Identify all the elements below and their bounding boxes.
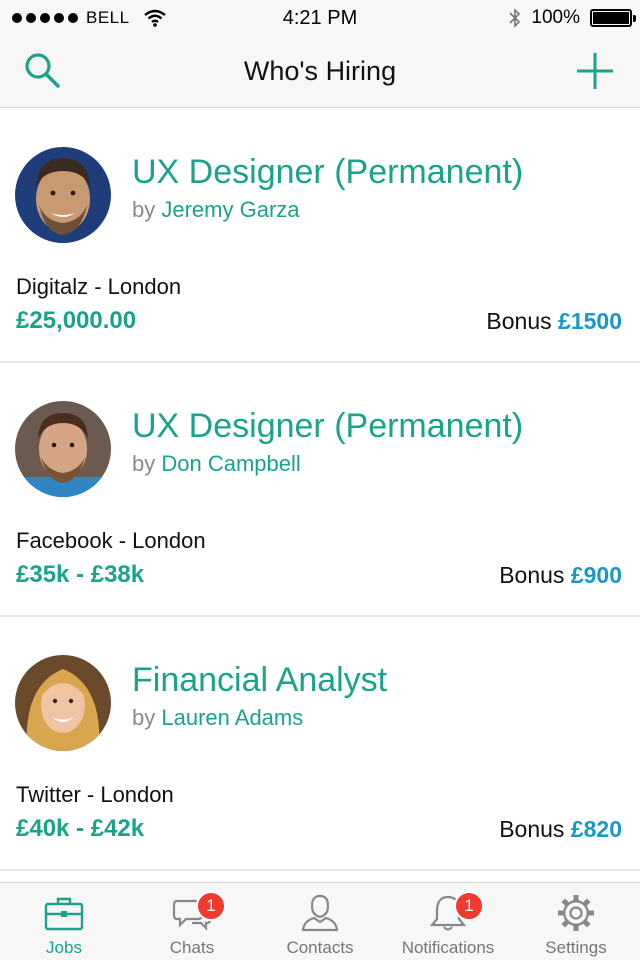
bonus-label: Bonus xyxy=(499,816,565,842)
tab-label: Chats xyxy=(169,938,215,957)
nav-bar: Who's Hiring xyxy=(0,36,640,108)
tab-label: Contacts xyxy=(286,938,354,957)
avatar xyxy=(15,401,111,497)
job-card[interactable]: Financial Analyst by Lauren Adams Twitte… xyxy=(0,617,640,871)
battery-percent: 100% xyxy=(531,7,580,28)
tab-label: Jobs xyxy=(46,938,82,957)
job-company-location: Twitter - London xyxy=(16,782,174,807)
job-bonus: Bonus £1500 xyxy=(486,308,622,335)
bonus-amount: £820 xyxy=(570,816,622,842)
avatar xyxy=(15,655,111,751)
tab-contacts[interactable]: Contacts xyxy=(256,883,384,960)
tab-notifications[interactable]: 1 Notifications xyxy=(384,883,512,960)
job-salary: £40k - £42k xyxy=(16,815,145,842)
job-list: UX Designer (Permanent) by Jeremy Garza … xyxy=(0,109,640,871)
bonus-label: Bonus xyxy=(499,562,565,588)
poster-name-link[interactable]: Lauren Adams xyxy=(161,705,303,730)
chats-badge: 1 xyxy=(196,891,226,921)
poster-name-link[interactable]: Don Campbell xyxy=(161,451,300,476)
by-label: by xyxy=(132,705,156,730)
battery-icon xyxy=(590,9,636,27)
tab-settings[interactable]: Settings xyxy=(512,883,640,960)
tab-jobs[interactable]: Jobs xyxy=(0,883,128,960)
briefcase-icon xyxy=(44,897,84,931)
person-icon xyxy=(301,894,339,932)
job-title[interactable]: UX Designer (Permanent) xyxy=(132,407,523,446)
job-company-location: Facebook - London xyxy=(16,528,206,553)
by-label: by xyxy=(132,451,156,476)
job-salary: £35k - £38k xyxy=(16,561,145,588)
tab-bar: Jobs 1 Chats Contacts 1 Notifications Se… xyxy=(0,882,640,960)
job-poster-line: by Lauren Adams xyxy=(132,705,303,731)
page-title: Who's Hiring xyxy=(243,56,397,86)
by-label: by xyxy=(132,197,156,222)
job-title[interactable]: Financial Analyst xyxy=(132,661,387,700)
job-poster-line: by Jeremy Garza xyxy=(132,197,300,223)
job-card[interactable]: UX Designer (Permanent) by Jeremy Garza … xyxy=(0,109,640,363)
status-right: 100% xyxy=(509,7,636,29)
bonus-amount: £1500 xyxy=(558,308,622,334)
job-company-location: Digitalz - London xyxy=(16,274,182,299)
bluetooth-icon xyxy=(509,8,521,28)
job-salary: £25,000.00 xyxy=(16,307,137,334)
bonus-amount: £900 xyxy=(570,562,622,588)
job-poster-line: by Don Campbell xyxy=(132,451,301,477)
job-card[interactable]: UX Designer (Permanent) by Don Campbell … xyxy=(0,363,640,617)
poster-name-link[interactable]: Jeremy Garza xyxy=(161,197,299,222)
tab-label: Notifications xyxy=(401,938,495,957)
tab-chats[interactable]: 1 Chats xyxy=(128,883,256,960)
notifications-badge: 1 xyxy=(454,891,484,921)
status-bar: BELL 4:21 PM 100% xyxy=(0,0,640,36)
gear-icon xyxy=(558,895,594,931)
bonus-label: Bonus xyxy=(486,308,552,334)
job-bonus: Bonus £900 xyxy=(499,562,622,589)
tab-label: Settings xyxy=(545,938,607,957)
job-bonus: Bonus £820 xyxy=(499,816,622,843)
job-title[interactable]: UX Designer (Permanent) xyxy=(132,153,523,192)
add-icon[interactable] xyxy=(574,50,616,92)
avatar xyxy=(15,147,111,243)
